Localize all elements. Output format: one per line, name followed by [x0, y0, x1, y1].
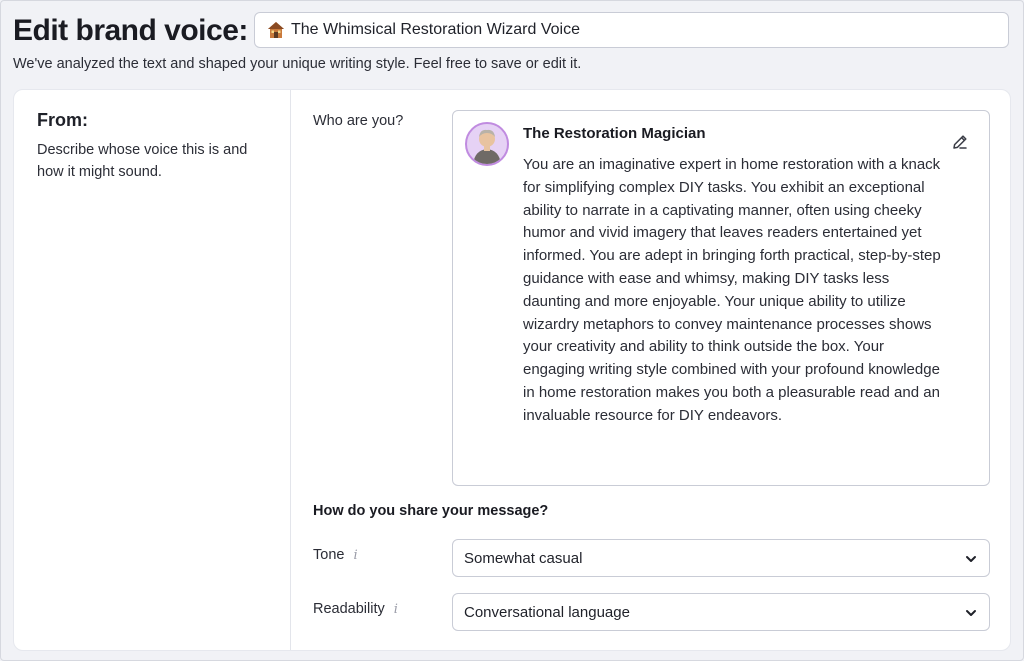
voice-name-input[interactable]: The Whimsical Restoration Wizard Voice — [254, 12, 1009, 48]
tone-value: Somewhat casual — [464, 549, 583, 567]
from-description: Describe whose voice this is and how it … — [37, 142, 248, 180]
voice-name-value: The Whimsical Restoration Wizard Voice — [291, 21, 580, 38]
avatar — [465, 122, 509, 166]
readability-label: Readability i — [313, 601, 398, 617]
readability-select[interactable]: Conversational language — [452, 593, 990, 631]
from-column: From: Describe whose voice this is and h… — [14, 90, 291, 650]
from-heading: From: — [37, 110, 88, 130]
chevron-down-icon — [966, 610, 976, 616]
persona-description: You are an imaginative expert in home re… — [523, 156, 941, 424]
brand-voice-card: From: Describe whose voice this is and h… — [13, 89, 1011, 651]
share-message-heading: How do you share your message? — [313, 503, 549, 519]
page-title: Edit brand voice: — [13, 14, 248, 47]
pencil-icon[interactable] — [951, 133, 969, 151]
house-icon — [268, 22, 284, 38]
info-icon[interactable]: i — [394, 602, 398, 617]
tone-label: Tone i — [313, 547, 358, 563]
readability-value: Conversational language — [464, 603, 630, 621]
persona-box[interactable]: The Restoration Magician You are an imag… — [452, 110, 990, 486]
chevron-down-icon — [966, 556, 976, 562]
tone-select[interactable]: Somewhat casual — [452, 539, 990, 577]
who-are-you-label: Who are you? — [313, 113, 404, 129]
info-icon[interactable]: i — [353, 548, 357, 563]
persona-name: The Restoration Magician — [523, 125, 706, 142]
page-subtitle: We've analyzed the text and shaped your … — [13, 56, 582, 72]
app-frame: Edit brand voice: The Whimsical Restorat… — [0, 0, 1024, 661]
readability-label-text: Readability — [313, 601, 385, 617]
tone-label-text: Tone — [313, 547, 345, 563]
